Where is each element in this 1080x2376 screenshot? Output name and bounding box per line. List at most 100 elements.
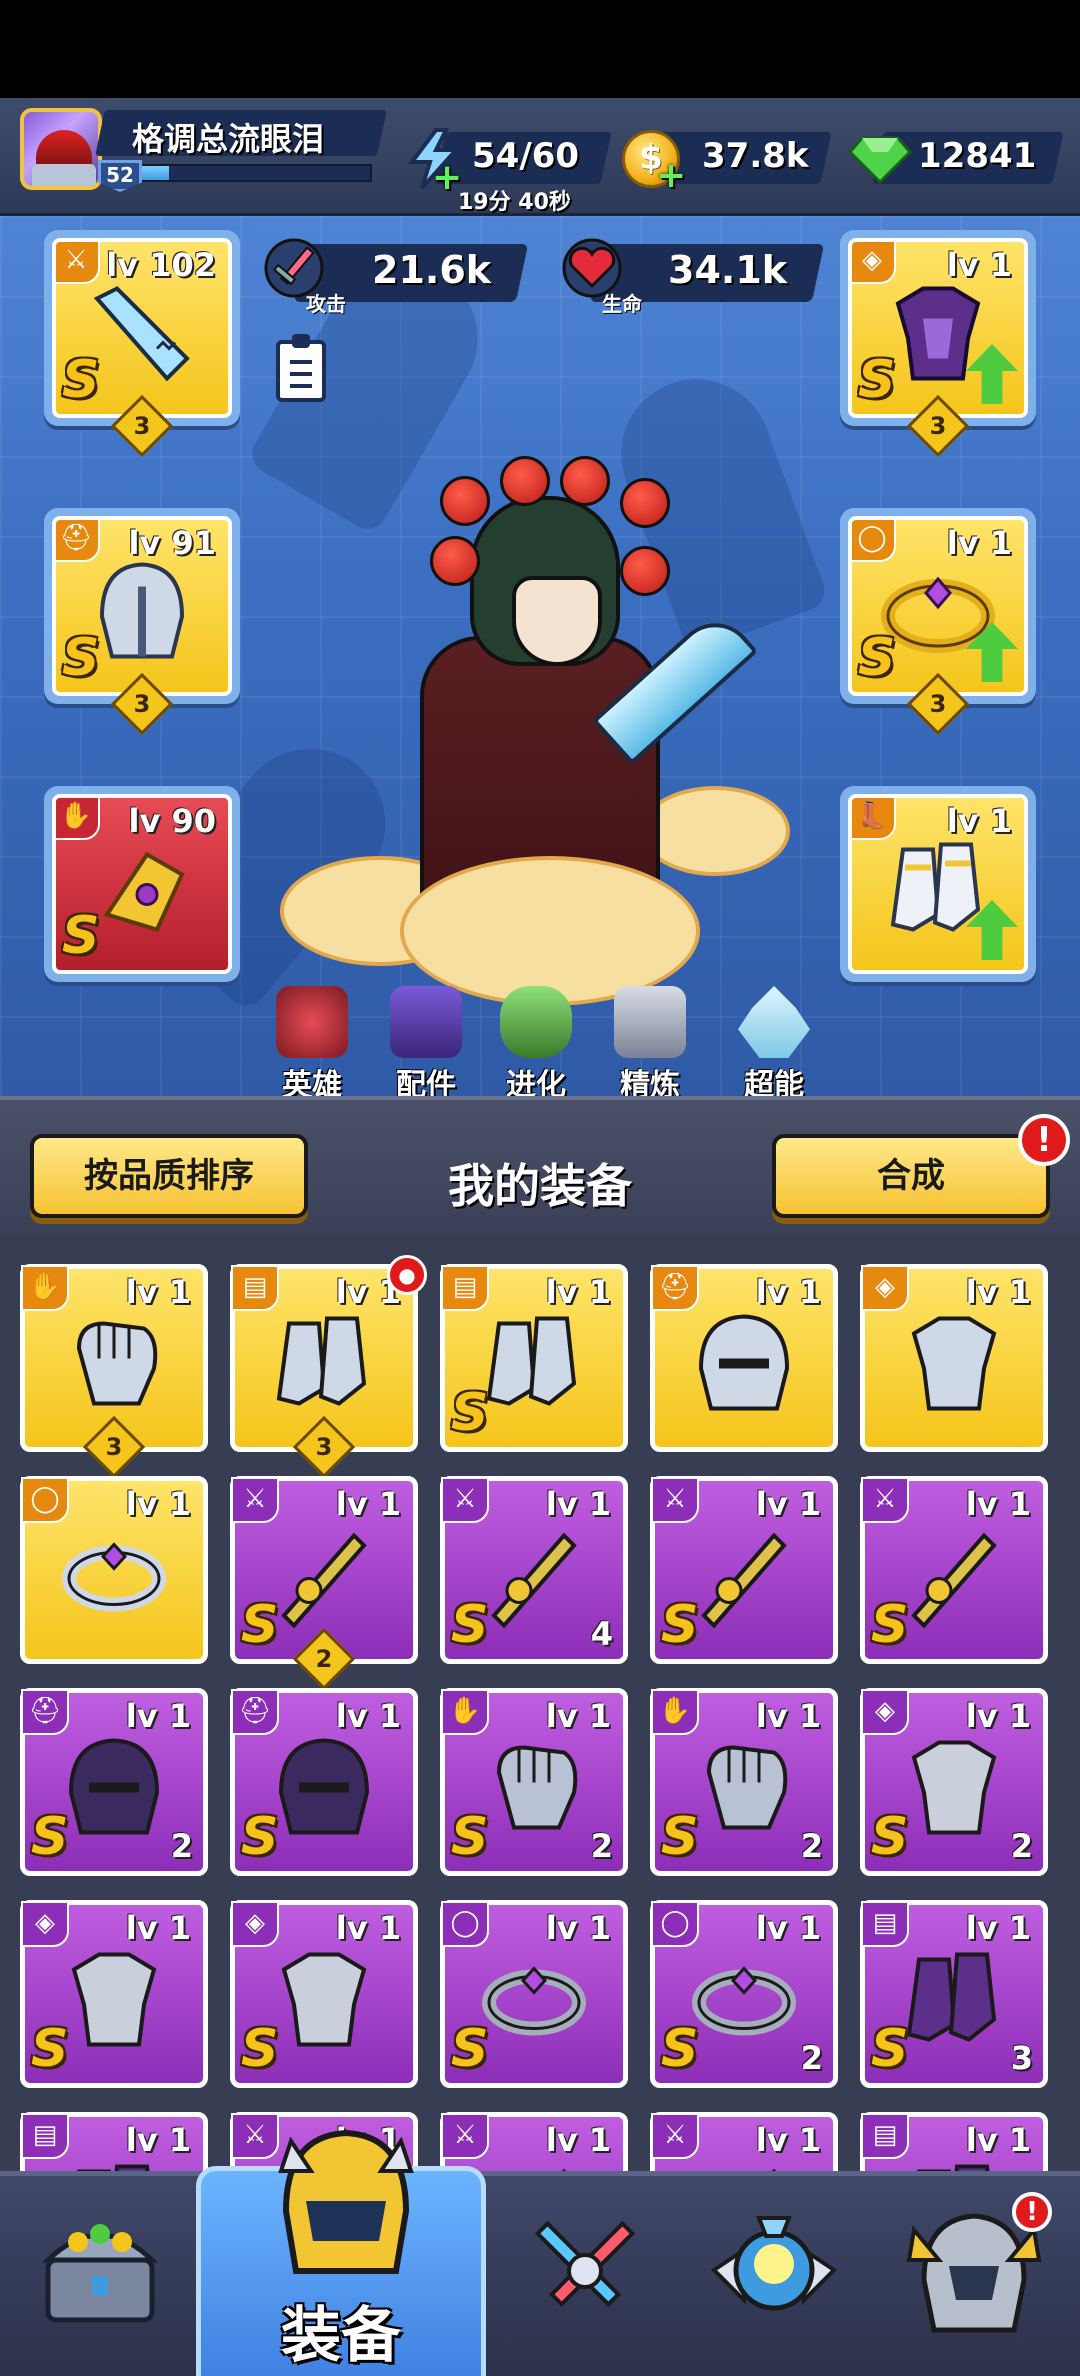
inventory-item-weapon[interactable]: ⚔ lv 1 S2 xyxy=(230,1476,418,1691)
hero-pompom xyxy=(620,546,670,596)
gloves-icon xyxy=(706,1745,788,1830)
inventory-item-armor[interactable]: ◈ lv 1 S xyxy=(230,1900,418,2088)
clipboard-icon[interactable] xyxy=(276,334,326,402)
attack-label: 攻击 xyxy=(306,292,346,316)
helmet-slot[interactable]: ⛑ lv 91 S 3 xyxy=(44,508,240,736)
weapon-slot[interactable]: ⚔ lv 102 S 3 xyxy=(44,230,240,458)
item-level: lv 1 xyxy=(545,2121,611,2159)
item-level: lv 1 xyxy=(125,2121,191,2159)
inventory-item-boots[interactable]: ▤ lv 1 S xyxy=(440,1264,628,1452)
inventory-item-weapon[interactable]: ⚔ lv 1 S xyxy=(650,1476,838,1664)
submenu-evolve[interactable]: 进化 xyxy=(486,986,586,1096)
inventory-item-weapon[interactable]: ⚔ lv 1 S 4 xyxy=(440,1476,628,1664)
armor-type-icon: ◈ xyxy=(861,1689,909,1735)
weapon-type-icon: ⚔ xyxy=(441,1477,489,1523)
talent-icon xyxy=(710,2216,838,2311)
helmet-grade: S xyxy=(62,628,100,688)
submenu-superpower[interactable]: 超能 xyxy=(724,986,824,1096)
hero-pompom xyxy=(440,476,490,526)
inventory-item-weapon[interactable]: ⚔ lv 1 S xyxy=(860,1476,1048,1664)
boots-type-icon: ▤ xyxy=(861,2113,909,2159)
inventory-item-gloves[interactable]: ✋ lv 1 3 xyxy=(20,1264,208,1479)
inventory-item-gloves[interactable]: ✋ lv 1 S 2 xyxy=(440,1688,628,1876)
item-level: lv 1 xyxy=(335,1697,401,1735)
attack-value: 21.6k xyxy=(372,248,492,292)
helmet-icon xyxy=(278,1738,370,1835)
inventory-item-ring[interactable]: ◯ lv 1 xyxy=(20,1476,208,1664)
inventory-item-weapon[interactable]: ⚔ lv 1 xyxy=(440,2112,628,2171)
armor-type-icon: ◈ xyxy=(21,1901,69,1947)
inventory-item-helmet[interactable]: ⛑ lv 1 xyxy=(650,1264,838,1452)
boots-slot[interactable]: 👢 lv 1 xyxy=(840,786,1036,982)
item-count: 2 xyxy=(590,1827,613,1865)
hero-pompom xyxy=(560,456,610,506)
item-stars-badge: 3 xyxy=(292,1415,356,1479)
item-grade: S xyxy=(661,2019,699,2079)
weapon-icon xyxy=(701,1532,787,1629)
armor-icon xyxy=(71,1952,157,2047)
weapon-grade: S xyxy=(62,350,100,410)
item-grade: S xyxy=(661,1595,699,1655)
inventory-item-armor[interactable]: ◈ lv 1 S xyxy=(20,1900,208,2088)
item-grade: S xyxy=(31,1807,69,1867)
item-level: lv 1 xyxy=(125,1909,191,1947)
gloves-slot[interactable]: ✋ lv 90 S xyxy=(44,786,240,982)
item-grade: S xyxy=(871,1807,909,1867)
armor-icon xyxy=(911,1740,997,1835)
xp-bar-fill xyxy=(142,166,170,180)
inventory-item-gloves[interactable]: ✋ lv 1 S 2 xyxy=(650,1688,838,1876)
item-level: lv 1 xyxy=(335,1485,401,1523)
weapon-type-icon: ⚔ xyxy=(651,2113,699,2159)
boots-icon xyxy=(906,1952,997,2042)
weapon-icon xyxy=(771,2168,777,2171)
boots-icon xyxy=(77,2164,150,2171)
submenu-hero[interactable]: 英雄 xyxy=(262,986,362,1096)
item-grade: S xyxy=(451,2019,489,2079)
inventory-item-weapon[interactable]: ⚔ lv 1 xyxy=(650,2112,838,2171)
inventory-item-boots[interactable]: ▤ lv 1 xyxy=(20,2112,208,2171)
gem-icon[interactable] xyxy=(848,136,912,184)
coin-add-icon[interactable]: + xyxy=(656,158,686,194)
weapon-type-icon: ⚔ xyxy=(651,1477,699,1523)
player-level-badge: 52 xyxy=(98,160,142,192)
player-avatar[interactable] xyxy=(20,108,102,190)
submenu-accessory-label: 配件 xyxy=(396,1068,456,1096)
gloves-type-icon: ✋ xyxy=(21,1265,69,1311)
shop-chest-icon xyxy=(41,2224,159,2323)
inventory-item-boots[interactable]: ▤ lv 1 3 ● xyxy=(230,1255,427,1479)
energy-add-icon[interactable]: + xyxy=(432,160,462,196)
merge-button[interactable]: 合成 xyxy=(772,1134,1050,1218)
nav-tab-equipment[interactable]: 装备 xyxy=(196,2129,486,2376)
ring-slot[interactable]: ◯ lv 1 S 3 xyxy=(840,508,1036,736)
item-level: lv 1 xyxy=(125,1697,191,1735)
inventory-item-boots[interactable]: ▤ lv 1 xyxy=(860,2112,1048,2171)
boots-type-icon: ▤ xyxy=(441,1265,489,1311)
boots-type-icon: 👢 xyxy=(852,798,896,840)
hero-pompom xyxy=(620,478,670,528)
inventory-item-ring[interactable]: ◯ lv 1 S xyxy=(440,1900,628,2088)
inventory-item-armor[interactable]: ◈ lv 1 S 2 xyxy=(860,1688,1048,1876)
nav-tab-battle[interactable] xyxy=(480,2176,696,2376)
item-level: lv 1 xyxy=(755,1697,821,1735)
armor-slot[interactable]: ◈ lv 1 S 3 xyxy=(840,230,1036,458)
submenu-superpower-label: 超能 xyxy=(744,1068,804,1096)
item-level: lv 1 xyxy=(755,1485,821,1523)
armor-icon xyxy=(911,1316,997,1411)
submenu-accessory[interactable]: 配件 xyxy=(376,986,476,1096)
inventory-item-helmet[interactable]: ⛑ lv 1 S 2 xyxy=(20,1688,208,1876)
item-level: lv 1 xyxy=(125,1485,191,1523)
equipment-panel: 攻击 21.6k 生命 34.1k ⚔ lv 102 S 3 ⛑ lv 91 S… xyxy=(0,216,1080,1096)
nav-tab-rank[interactable]: ! xyxy=(864,2176,1080,2376)
helmet-type-icon: ⛑ xyxy=(56,520,100,562)
inventory-item-ring[interactable]: ◯ lv 1 S 2 xyxy=(650,1900,838,2088)
inventory-item-helmet[interactable]: ⛑ lv 1 S xyxy=(230,1688,418,1876)
nav-tab-shop[interactable] xyxy=(0,2176,216,2376)
inventory-item-boots[interactable]: ▤ lv 1 S 3 xyxy=(860,1900,1048,2088)
dark-armor-icon xyxy=(895,286,981,381)
submenu-refine[interactable]: 精炼 xyxy=(600,986,700,1096)
gloves-grade: S xyxy=(62,906,100,966)
bottom-nav: 装备 ! xyxy=(0,2129,1080,2376)
item-level: lv 1 xyxy=(965,1909,1031,1947)
gold-gauntlet-icon xyxy=(103,851,185,932)
inventory-item-armor[interactable]: ◈ lv 1 xyxy=(860,1264,1048,1452)
